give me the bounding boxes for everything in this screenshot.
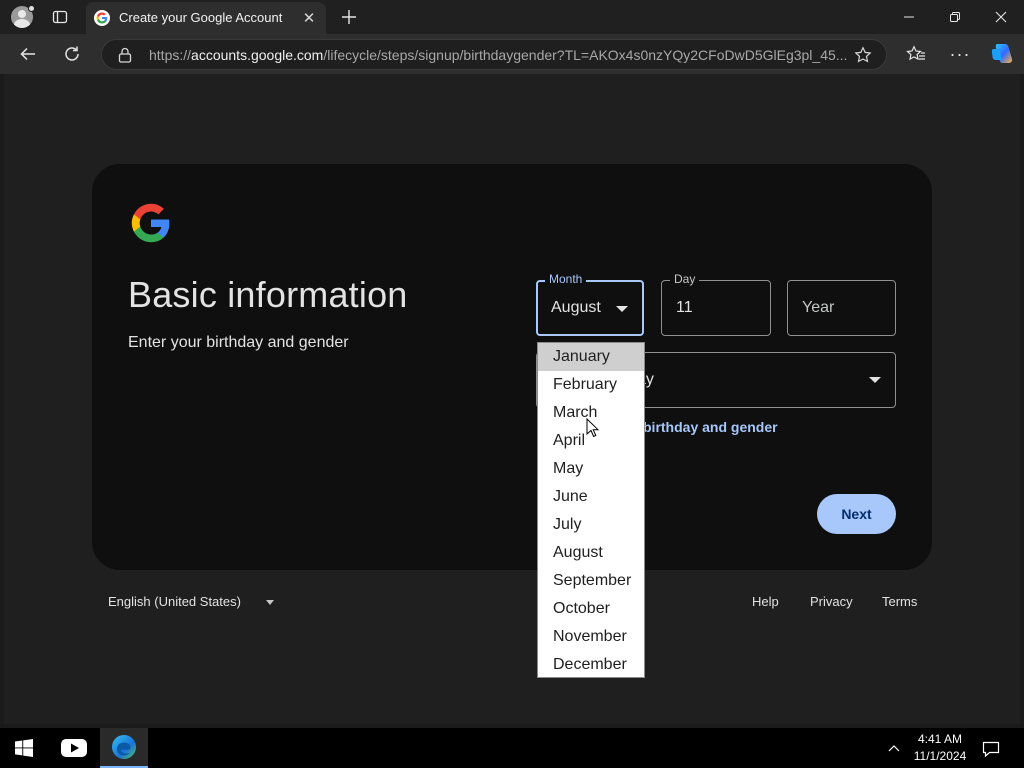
page-title: Basic information	[128, 274, 408, 315]
ellipsis-icon: ···	[949, 43, 971, 64]
window-minimize-button[interactable]	[894, 4, 924, 30]
caret-down-icon	[616, 306, 628, 312]
clock-date: 11/1/2024	[913, 749, 967, 763]
restore-icon	[950, 12, 960, 22]
day-input[interactable]: Day 11	[661, 272, 771, 336]
page-content: Basic information Enter your birthday an…	[4, 74, 1020, 724]
help-link[interactable]: Help	[752, 594, 779, 609]
url-path: /lifecycle/steps/signup/birthdaygender?T…	[323, 47, 848, 63]
reload-button[interactable]	[58, 40, 86, 68]
arrow-left-icon	[20, 47, 35, 61]
window-restore-button[interactable]	[940, 4, 970, 30]
profile-status-dot	[28, 5, 35, 12]
month-option-may[interactable]: May	[538, 455, 644, 483]
more-options-button[interactable]: ···	[946, 40, 974, 68]
edge-app-button[interactable]	[100, 728, 148, 768]
browser-toolbar: https://accounts.google.com/lifecycle/st…	[0, 34, 1024, 74]
google-favicon-icon	[94, 10, 110, 26]
month-option-june[interactable]: June	[538, 483, 644, 511]
url-host: accounts.google.com	[191, 47, 324, 63]
year-input[interactable]: Year	[787, 280, 896, 336]
plus-icon	[342, 10, 356, 24]
privacy-link[interactable]: Privacy	[810, 594, 853, 609]
reload-icon	[65, 46, 79, 61]
windows-logo-icon	[15, 739, 33, 757]
favorites-icon	[906, 45, 925, 61]
language-select[interactable]: English (United States)	[108, 594, 241, 609]
signup-card: Basic information Enter your birthday an…	[92, 164, 932, 570]
url-text: https://accounts.google.com/lifecycle/st…	[149, 47, 849, 63]
month-option-september[interactable]: September	[538, 567, 644, 595]
youtube-app-button[interactable]	[50, 728, 98, 768]
tab-actions-button[interactable]	[46, 5, 74, 29]
caret-down-icon	[266, 600, 274, 605]
minimize-icon	[904, 16, 914, 18]
browser-tab[interactable]: Create your Google Account ✕	[86, 2, 326, 34]
favorites-button[interactable]	[902, 40, 930, 68]
back-button[interactable]	[14, 40, 42, 68]
day-value: 11	[676, 299, 693, 316]
edge-icon	[112, 735, 136, 759]
next-button[interactable]: Next	[817, 494, 896, 534]
close-icon	[995, 11, 1007, 23]
url-prefix: https://	[149, 47, 192, 63]
notification-button[interactable]	[980, 738, 1002, 760]
month-option-october[interactable]: October	[538, 595, 644, 623]
month-option-january[interactable]: January	[538, 343, 644, 371]
day-label: Day	[670, 272, 700, 286]
tab-title: Create your Google Account	[119, 10, 283, 25]
why-birthday-link[interactable]: birthday and gender	[643, 419, 778, 435]
caret-down-icon	[869, 377, 881, 383]
browser-titlebar: Create your Google Account ✕	[0, 0, 1024, 34]
chevron-up-icon[interactable]	[884, 738, 904, 758]
window-close-button[interactable]	[986, 4, 1016, 30]
month-option-february[interactable]: February	[538, 371, 644, 399]
star-icon[interactable]	[854, 46, 872, 64]
tab-close-icon[interactable]: ✕	[300, 9, 318, 27]
month-option-august[interactable]: August	[538, 539, 644, 567]
youtube-icon	[61, 739, 87, 757]
address-bar[interactable]: https://accounts.google.com/lifecycle/st…	[101, 39, 887, 70]
tab-actions-icon	[52, 10, 68, 24]
month-option-november[interactable]: November	[538, 623, 644, 651]
clock-time: 4:41 AM	[917, 732, 963, 746]
lock-icon[interactable]	[118, 47, 132, 63]
terms-link[interactable]: Terms	[882, 594, 917, 609]
profile-button[interactable]	[8, 4, 36, 30]
windows-taskbar: 4:41 AM 11/1/2024	[0, 728, 1024, 768]
system-clock[interactable]: 4:41 AM 11/1/2024	[908, 731, 972, 765]
month-select[interactable]: Month August	[536, 272, 644, 336]
page-subtitle: Enter your birthday and gender	[128, 334, 349, 351]
google-logo-icon	[131, 203, 170, 243]
month-dropdown-list: January February March April May June July Augu…	[537, 342, 645, 678]
month-option-december[interactable]: December	[538, 651, 644, 679]
copilot-icon	[991, 44, 1013, 63]
month-label: Month	[545, 272, 587, 286]
year-placeholder: Year	[802, 299, 835, 316]
copilot-button[interactable]	[988, 40, 1016, 68]
month-option-july[interactable]: July	[538, 511, 644, 539]
start-button[interactable]	[0, 728, 48, 768]
mouse-cursor-icon	[586, 418, 600, 438]
month-value: August	[551, 299, 601, 316]
notification-icon	[982, 741, 1000, 758]
new-tab-button[interactable]	[336, 4, 362, 30]
